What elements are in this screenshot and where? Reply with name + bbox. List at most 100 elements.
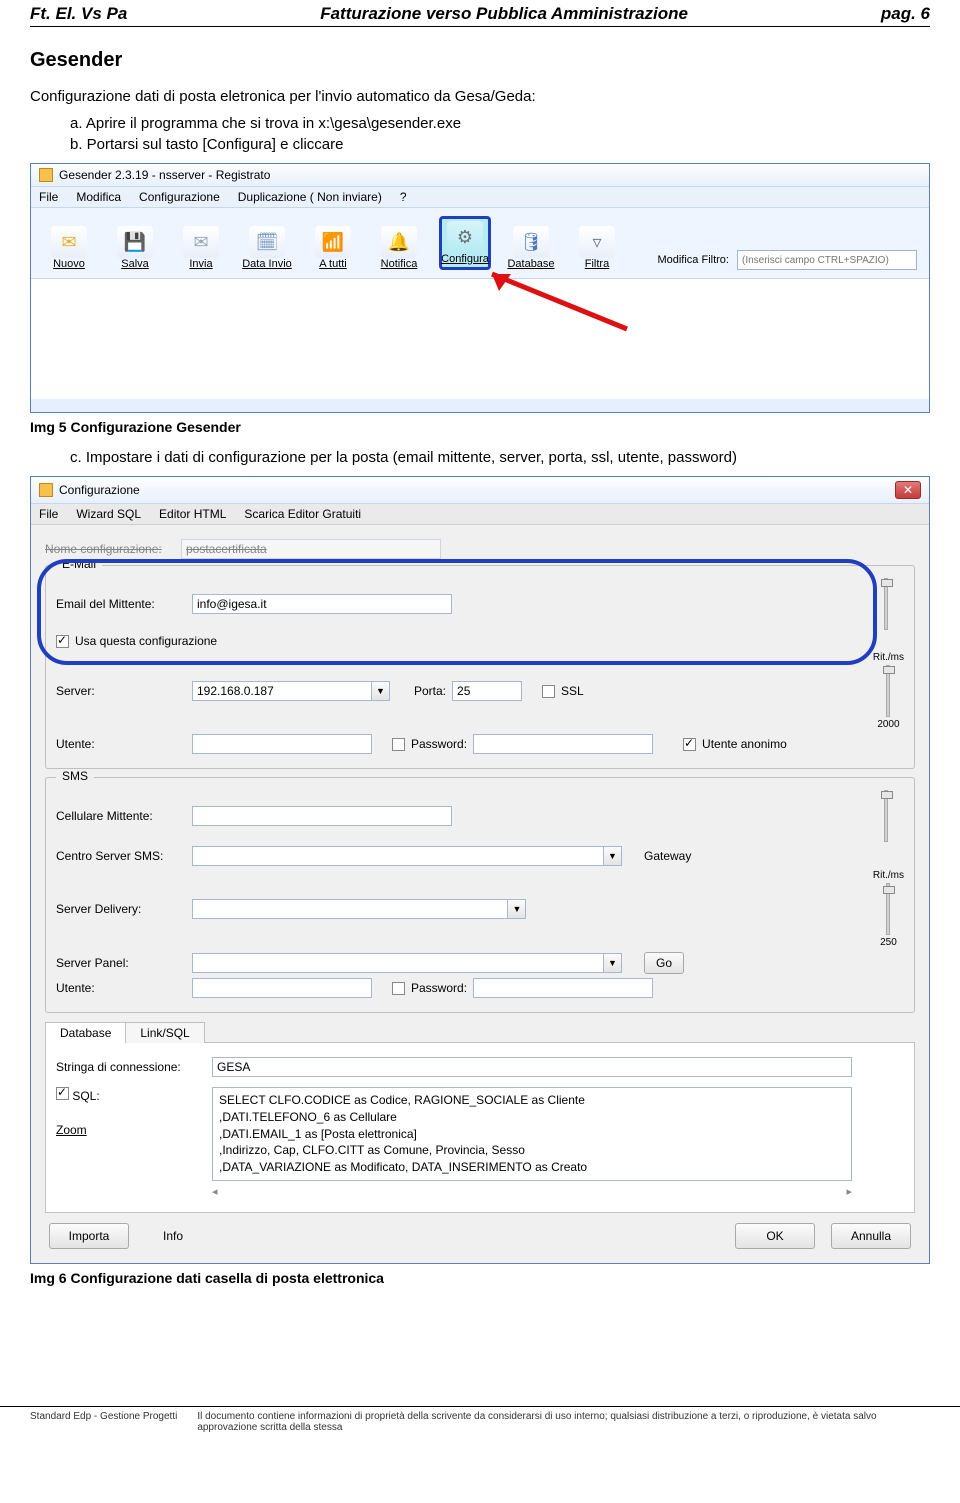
- sql-scrollbar[interactable]: ◂ ▸: [212, 1185, 852, 1198]
- toolbar-database-label: Database: [507, 258, 554, 270]
- sms-rit-value: 250: [880, 937, 897, 948]
- dlg-menu-editor[interactable]: Editor HTML: [159, 507, 226, 521]
- zoom-link[interactable]: Zoom: [56, 1123, 206, 1137]
- tab-linksql[interactable]: Link/SQL: [125, 1022, 204, 1043]
- email-rit-label: Rit./ms: [873, 652, 904, 663]
- sms-password-input[interactable]: [473, 978, 653, 998]
- menu-modifica[interactable]: Modifica: [76, 190, 121, 204]
- email-user-input[interactable]: [192, 734, 372, 754]
- dlg-menu-wizard[interactable]: Wizard SQL: [76, 507, 141, 521]
- toolbar-configura[interactable]: ⚙ Configura: [439, 216, 491, 270]
- email-rit-value: 2000: [877, 719, 899, 730]
- step-c: c. Impostare i dati di configurazione pe…: [70, 449, 930, 466]
- sms-center-dropdown-icon[interactable]: ▼: [604, 846, 622, 866]
- sms-delivery-label: Server Delivery:: [56, 902, 186, 916]
- tab-panel-database: Stringa di connessione: SQL: Zoom SELECT…: [45, 1042, 915, 1213]
- anon-checkbox[interactable]: [683, 738, 696, 751]
- sql-scroll-left-icon[interactable]: ◂: [212, 1185, 218, 1198]
- doc-header-left: Ft. El. Vs Pa: [30, 4, 127, 24]
- page-footer: Standard Edp - Gestione Progetti Il docu…: [0, 1406, 960, 1443]
- port-input[interactable]: [452, 681, 522, 701]
- dialog-icon: [39, 483, 53, 497]
- menu-duplicazione[interactable]: Duplicazione ( Non inviare): [238, 190, 382, 204]
- sms-slider-1[interactable]: [884, 790, 888, 842]
- sms-rit-label: Rit./ms: [873, 870, 904, 881]
- use-config-checkbox[interactable]: [56, 635, 69, 648]
- tab-database[interactable]: Database: [45, 1022, 126, 1043]
- ssl-label: SSL: [561, 684, 584, 698]
- sms-legend: SMS: [56, 769, 94, 783]
- sms-panel-input[interactable]: [192, 953, 604, 973]
- dialog-titlebar: Configurazione ✕: [31, 477, 929, 504]
- toolbar-nuovo[interactable]: ✉ Nuovo: [43, 226, 95, 270]
- sms-user-input[interactable]: [192, 978, 372, 998]
- anon-label: Utente anonimo: [702, 737, 787, 751]
- toolbar-filtra[interactable]: ▿ Filtra: [571, 226, 623, 270]
- sms-delivery-dropdown-icon[interactable]: ▼: [508, 899, 526, 919]
- step-b: b. Portarsi sul tasto [Configura] e clic…: [70, 136, 930, 153]
- toolbar-salva-label: Salva: [121, 258, 149, 270]
- menu-help[interactable]: ?: [400, 190, 407, 204]
- step-list-c: c. Impostare i dati di configurazione pe…: [70, 449, 930, 466]
- email-from-input[interactable]: [192, 594, 452, 614]
- footer-info-label: Info: [163, 1229, 183, 1243]
- doc-header-center: Fatturazione verso Pubblica Amministrazi…: [320, 4, 688, 24]
- toolbar-atutti-label: A tutti: [319, 258, 347, 270]
- sms-center-input[interactable]: [192, 846, 604, 866]
- toolbar: ✉ Nuovo 💾 Salva ✉ Invia 🗓 Data Invio 📶 A…: [31, 208, 929, 279]
- header-rule: [30, 26, 930, 27]
- sms-go-button[interactable]: Go: [644, 952, 684, 974]
- email-slider-rit[interactable]: Rit./ms 2000: [873, 652, 904, 730]
- server-input[interactable]: [192, 681, 372, 701]
- sms-cell-input[interactable]: [192, 806, 452, 826]
- ok-button[interactable]: OK: [735, 1223, 815, 1249]
- toolbar-data-invio[interactable]: 🗓 Data Invio: [241, 226, 293, 270]
- bell-icon: 🔔: [381, 226, 417, 258]
- email-from-label: Email del Mittente:: [56, 597, 186, 611]
- import-button[interactable]: Importa: [49, 1223, 129, 1249]
- figure6-caption: Img 6 Configurazione dati casella di pos…: [30, 1270, 930, 1286]
- email-pw-checkbox[interactable]: [392, 738, 405, 751]
- close-button[interactable]: ✕: [895, 481, 921, 499]
- sql-textarea[interactable]: SELECT CLFO.CODICE as Codice, RAGIONE_SO…: [212, 1087, 852, 1181]
- sms-delivery-input[interactable]: [192, 899, 508, 919]
- calendar-icon: 🗓: [249, 226, 285, 258]
- ssl-checkbox[interactable]: [542, 685, 555, 698]
- toolbar-notifica[interactable]: 🔔 Notifica: [373, 226, 425, 270]
- port-label: Porta:: [414, 684, 446, 698]
- dlg-menu-file[interactable]: File: [39, 507, 58, 521]
- sql-checkbox[interactable]: [56, 1087, 69, 1100]
- email-slider-1[interactable]: [884, 578, 888, 630]
- step-a: a. Aprire il programma che si trova in x…: [70, 115, 930, 132]
- config-name-input[interactable]: [181, 539, 441, 559]
- email-password-input[interactable]: [473, 734, 653, 754]
- sms-slider-rit[interactable]: Rit./ms 250: [873, 870, 904, 948]
- sql-scroll-right-icon[interactable]: ▸: [846, 1185, 852, 1198]
- filter-label: Modifica Filtro:: [657, 254, 729, 266]
- toolbar-database[interactable]: 🛢 Database: [505, 226, 557, 270]
- dialog-title: Configurazione: [59, 483, 140, 497]
- cancel-button[interactable]: Annulla: [831, 1223, 911, 1249]
- sms-user-label: Utente:: [56, 981, 186, 995]
- window-titlebar: Gesender 2.3.19 - nsserver - Registrato: [31, 164, 929, 187]
- sms-panel-dropdown-icon[interactable]: ▼: [604, 953, 622, 973]
- tabs: Database Link/SQL: [45, 1021, 915, 1042]
- toolbar-invia[interactable]: ✉ Invia: [175, 226, 227, 270]
- email-password-label: Password:: [411, 737, 467, 751]
- app-icon: [39, 168, 53, 182]
- sql-label: SQL:: [72, 1089, 99, 1103]
- doc-header-right: pag. 6: [881, 4, 930, 24]
- conn-input[interactable]: [212, 1057, 852, 1077]
- server-dropdown-icon[interactable]: ▼: [372, 681, 390, 701]
- toolbar-salva[interactable]: 💾 Salva: [109, 226, 161, 270]
- dlg-menu-download[interactable]: Scarica Editor Gratuiti: [244, 507, 361, 521]
- menu-file[interactable]: File: [39, 190, 58, 204]
- filter-input[interactable]: [737, 250, 917, 270]
- doc-header: Ft. El. Vs Pa Fatturazione verso Pubblic…: [0, 0, 960, 26]
- sms-panel-label: Server Panel:: [56, 956, 186, 970]
- intro-text: Configurazione dati di posta eletronica …: [30, 88, 930, 105]
- menu-configurazione[interactable]: Configurazione: [139, 190, 220, 204]
- toolbar-atutti[interactable]: 📶 A tutti: [307, 226, 359, 270]
- sms-pw-checkbox[interactable]: [392, 982, 405, 995]
- toolbar-notifica-label: Notifica: [381, 258, 418, 270]
